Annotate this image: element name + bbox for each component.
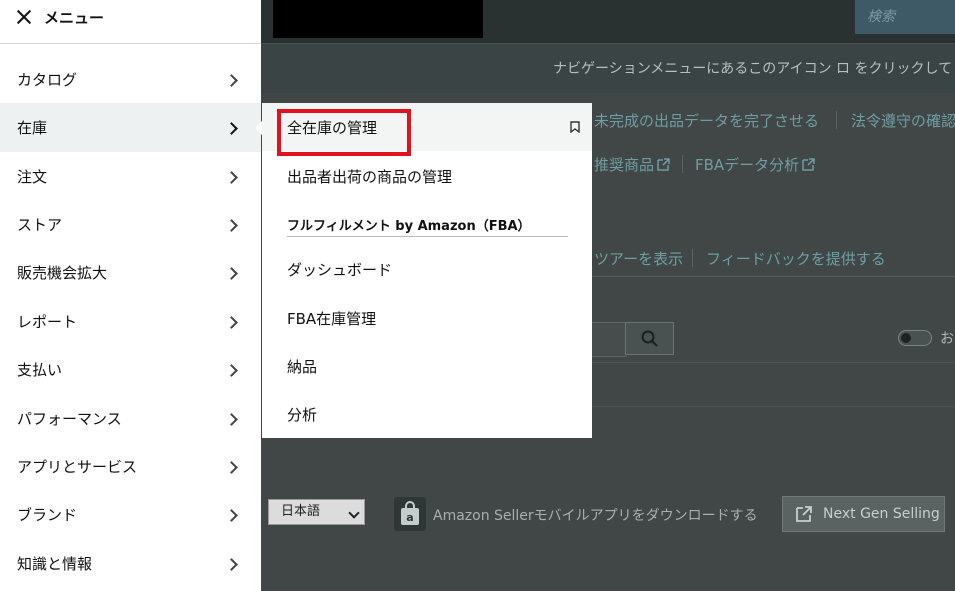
submenu-item-fba-inventory[interactable]: FBA在庫管理: [262, 294, 592, 342]
navigation-menu: メニュー カタログ 在庫 注文 ストア 販売機会拡大 レポート 支払い パフォー…: [0, 0, 261, 591]
redacted-area: [273, 0, 483, 38]
chevron-right-icon: [225, 460, 238, 474]
menu-header: メニュー: [0, 0, 261, 44]
menu-item-label: パフォーマンス: [17, 410, 122, 428]
menu-item-label: 知識と情報: [17, 555, 93, 573]
link-label: 推奨商品: [594, 156, 655, 174]
chevron-right-icon: [225, 266, 238, 280]
menu-item-reports[interactable]: レポート: [0, 297, 261, 346]
background-search-button[interactable]: [625, 322, 674, 355]
link-show-tour[interactable]: ツアーを表示: [594, 248, 683, 269]
divider: [592, 276, 955, 277]
hint-text: ナビゲーションメニューにあるこのアイコン ロ をクリックして: [553, 61, 953, 77]
language-value: 日本語: [281, 504, 321, 519]
link-separator: [836, 111, 837, 129]
link-feedback[interactable]: フィードバックを提供する: [706, 248, 886, 269]
menu-item-label: カタログ: [17, 71, 78, 89]
menu-item-growth[interactable]: 販売機会拡大: [0, 248, 261, 297]
external-link-icon: [802, 158, 815, 171]
menu-item-catalog[interactable]: カタログ: [0, 55, 261, 104]
close-icon[interactable]: [16, 9, 32, 25]
chevron-right-icon: [225, 315, 238, 329]
chevron-right-icon: [225, 508, 238, 522]
link-complete-listings[interactable]: 未完成の出品データを完了させる: [594, 110, 819, 131]
highlight-annotation: [277, 109, 411, 156]
svg-text:a: a: [406, 511, 413, 524]
chevron-down-icon: [348, 507, 360, 519]
submenu-pointer: [255, 121, 262, 135]
search-input[interactable]: 検索: [855, 0, 955, 34]
menu-title: メニュー: [44, 9, 105, 27]
menu-item-stores[interactable]: ストア: [0, 200, 261, 249]
divider: [592, 362, 955, 363]
language-select[interactable]: 日本語: [268, 499, 365, 525]
magnifier-icon: [641, 330, 658, 347]
menu-item-inventory[interactable]: 在庫: [0, 103, 261, 152]
fba-section-header: フルフィルメント by Amazon（FBA）: [287, 219, 531, 234]
chevron-right-icon: [225, 557, 238, 571]
link-separator: [692, 249, 693, 267]
submenu-item-label: 納品: [287, 357, 318, 376]
menu-item-label: 支払い: [17, 361, 63, 379]
chevron-right-icon: [225, 170, 238, 184]
submenu-item-label: ダッシュボード: [287, 260, 393, 279]
link-separator: [682, 155, 683, 173]
submenu-item-analytics[interactable]: 分析: [262, 390, 592, 438]
menu-item-learn[interactable]: 知識と情報: [0, 539, 261, 588]
external-link-icon: [657, 158, 670, 171]
bookmark-icon[interactable]: [570, 121, 580, 133]
submenu-item-shipments[interactable]: 納品: [262, 342, 592, 390]
menu-item-label: アプリとサービス: [17, 458, 138, 476]
menu-item-label: レポート: [17, 313, 78, 331]
chevron-right-icon: [225, 218, 238, 232]
menu-item-brands[interactable]: ブランド: [0, 490, 261, 539]
menu-item-label: 在庫: [17, 119, 48, 137]
menu-item-label: ストア: [17, 216, 63, 234]
toggle-switch[interactable]: [898, 330, 932, 346]
divider: [592, 406, 955, 407]
link-recommended-products[interactable]: 推奨商品: [594, 154, 670, 175]
chevron-right-icon: [225, 363, 238, 377]
menu-item-performance[interactable]: パフォーマンス: [0, 394, 261, 443]
chevron-right-icon: [225, 121, 238, 135]
menu-item-label: ブランド: [17, 506, 78, 524]
menu-item-label: 販売機会拡大: [17, 264, 108, 282]
submenu-item-label: FBA在庫管理: [287, 309, 377, 328]
chevron-right-icon: [225, 73, 238, 87]
next-gen-selling-button[interactable]: Next Gen Selling: [782, 496, 945, 532]
divider: [287, 236, 568, 237]
chevron-right-icon: [225, 412, 238, 426]
toggle-label: お: [940, 331, 954, 347]
link-label: FBAデータ分析: [695, 156, 800, 174]
menu-item-apps-services[interactable]: アプリとサービス: [0, 442, 261, 491]
app-download-link[interactable]: Amazon Sellerモバイルアプリをダウンロードする: [433, 505, 758, 525]
background-search-input[interactable]: [590, 322, 627, 357]
menu-item-orders[interactable]: 注文: [0, 152, 261, 201]
submenu-item-label: 分析: [287, 405, 318, 424]
external-link-icon: [796, 506, 812, 522]
menu-item-payments[interactable]: 支払い: [0, 345, 261, 394]
amazon-app-icon: a: [394, 497, 426, 531]
link-compliance[interactable]: 法令遵守の確認: [851, 110, 955, 131]
next-gen-selling-label: Next Gen Selling: [823, 506, 940, 522]
link-fba-analytics[interactable]: FBAデータ分析: [695, 154, 815, 175]
submenu-item-label: 出品者出荷の商品の管理: [287, 167, 453, 186]
menu-item-label: 注文: [17, 168, 48, 186]
submenu-item-dashboard[interactable]: ダッシュボード: [262, 245, 592, 293]
submenu-item-manage-fbm[interactable]: 出品者出荷の商品の管理: [262, 152, 592, 200]
